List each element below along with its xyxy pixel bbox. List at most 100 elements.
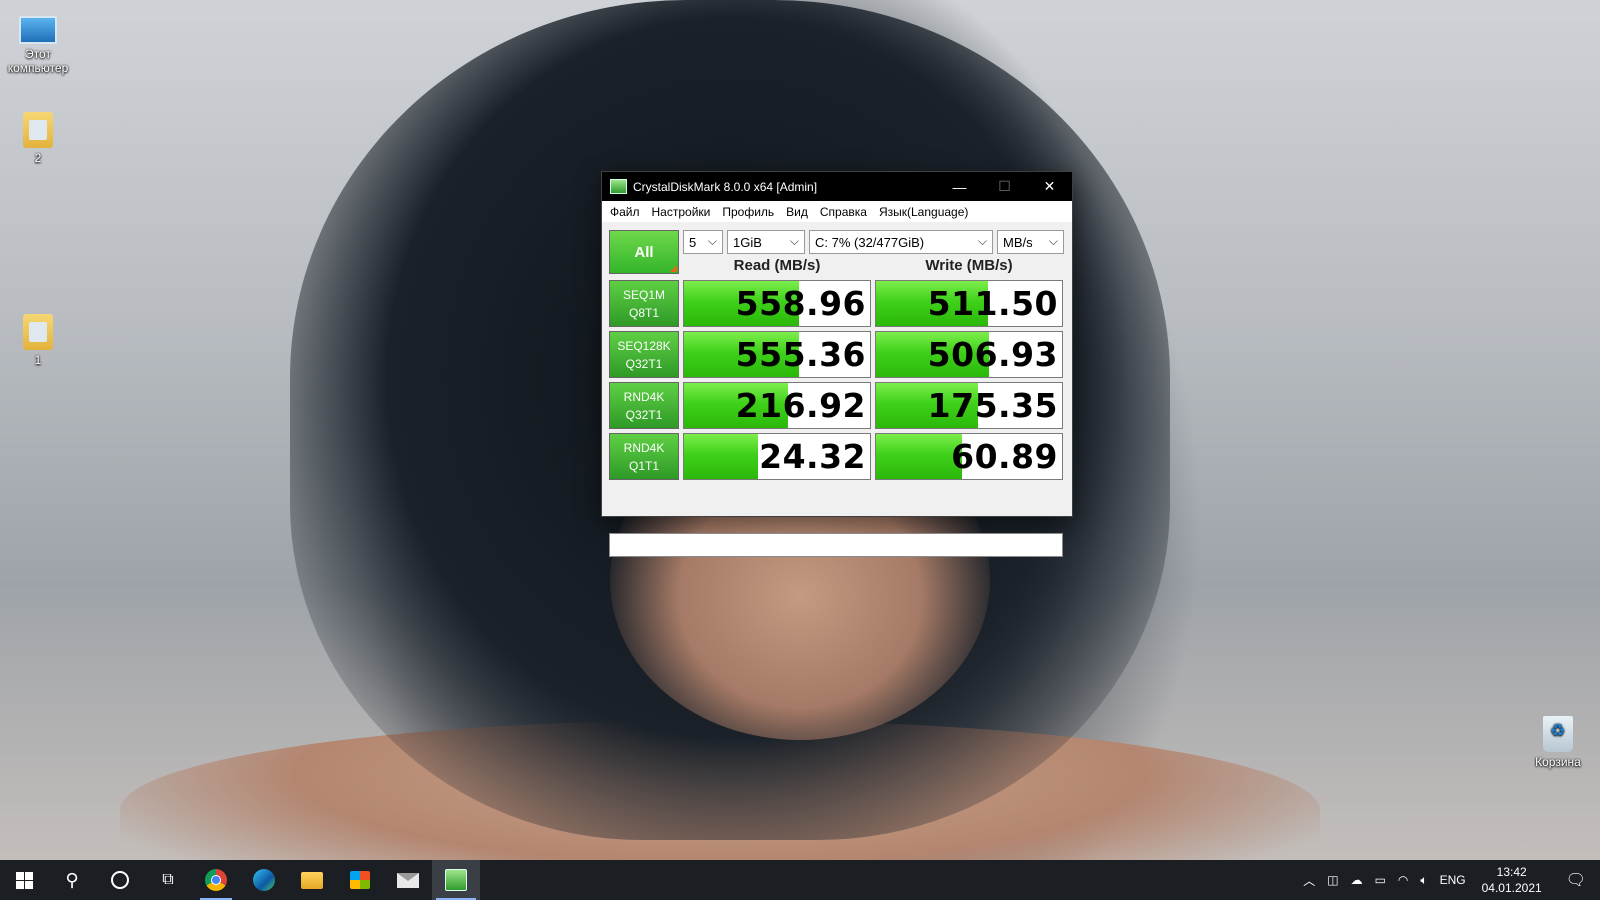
folder-icon xyxy=(23,112,53,148)
write-result-value: 60.89 xyxy=(951,437,1058,476)
benchmark-panel: All 5 ⌵ 1GiB ⌵ C: 7% (32/477GiB) ⌵ MB/s … xyxy=(602,222,1072,557)
comment-field[interactable] xyxy=(609,533,1063,557)
battery-icon[interactable]: ▭ xyxy=(1369,873,1392,887)
cortana-icon xyxy=(111,871,129,889)
test-button-rnd4k-q32t1[interactable]: RND4K Q32T1 xyxy=(609,382,679,429)
minimize-button[interactable]: — xyxy=(937,172,982,201)
edge-icon xyxy=(253,869,275,891)
test-params: Q32T1 xyxy=(625,356,663,371)
task-view-button[interactable]: ⧉ xyxy=(144,860,192,900)
test-count-value: 5 xyxy=(689,234,697,250)
write-header: Write (MB/s) xyxy=(925,257,1013,274)
menu-view[interactable]: Вид xyxy=(780,205,814,219)
test-params: Q32T1 xyxy=(625,407,663,422)
read-result-value: 558.96 xyxy=(735,284,866,323)
write-result-value: 506.93 xyxy=(927,335,1058,374)
meet-now-icon[interactable]: ◫ xyxy=(1321,873,1344,887)
menu-help[interactable]: Справка xyxy=(814,205,873,219)
search-icon: ⚲ xyxy=(65,869,79,890)
window-title: CrystalDiskMark 8.0.0 x64 [Admin] xyxy=(633,179,818,194)
chevron-down-icon: ⌵ xyxy=(977,234,987,248)
write-result-cell: 175.35 xyxy=(875,382,1063,429)
drive-select[interactable]: C: 7% (32/477GiB) ⌵ xyxy=(809,230,993,254)
start-button[interactable] xyxy=(0,860,48,900)
action-center-icon[interactable]: 🗨︎ xyxy=(1552,870,1600,890)
desktop-icon-folder-1[interactable]: 1 xyxy=(0,314,76,367)
desktop-icon-folder-2[interactable]: 2 xyxy=(0,112,76,165)
desktop-icon-recycle-bin[interactable]: Корзина xyxy=(1520,716,1596,769)
volume-icon[interactable]: 🔈︎ xyxy=(1414,873,1433,888)
crystaldiskmark-window: CrystalDiskMark 8.0.0 x64 [Admin] — ☐ ✕ … xyxy=(601,171,1073,557)
unit-select[interactable]: MB/s ⌵ xyxy=(997,230,1064,254)
taskbar: ⚲ ⧉ ︿ ◫ ☁ ▭ ◠ 🔈︎ ENG 13:42 04.01.2021 🗨︎ xyxy=(0,860,1600,900)
clock[interactable]: 13:42 04.01.2021 xyxy=(1472,864,1552,896)
taskbar-edge[interactable] xyxy=(240,860,288,900)
read-result-value: 555.36 xyxy=(735,335,866,374)
read-result-cell: 24.32 xyxy=(683,433,871,480)
maximize-button[interactable]: ☐ xyxy=(982,172,1027,201)
taskbar-crystaldiskmark[interactable] xyxy=(432,860,480,900)
recycle-bin-icon xyxy=(1543,716,1573,752)
read-header: Read (MB/s) xyxy=(733,257,821,274)
test-name: SEQ128K xyxy=(617,338,671,353)
test-size-select[interactable]: 1GiB ⌵ xyxy=(727,230,805,254)
desktop-icon-label: 2 xyxy=(34,151,42,165)
onedrive-icon[interactable]: ☁ xyxy=(1345,873,1369,887)
taskbar-mail[interactable] xyxy=(384,860,432,900)
write-result-cell: 511.50 xyxy=(875,280,1063,327)
all-button[interactable]: All xyxy=(609,230,679,274)
mail-icon xyxy=(397,872,419,888)
input-language[interactable]: ENG xyxy=(1434,873,1472,887)
cortana-button[interactable] xyxy=(96,860,144,900)
chevron-down-icon: ⌵ xyxy=(1048,234,1058,248)
taskbar-store[interactable] xyxy=(336,860,384,900)
menu-language[interactable]: Язык(Language) xyxy=(873,205,974,219)
wifi-icon[interactable]: ◠ xyxy=(1392,873,1414,887)
chevron-up-icon[interactable]: ︿ xyxy=(1297,872,1321,889)
read-result-value: 216.92 xyxy=(735,386,866,425)
store-icon xyxy=(350,871,370,889)
desktop-icon-label: Этот компьютер xyxy=(7,47,69,75)
menu-file[interactable]: Файл xyxy=(604,205,646,219)
search-button[interactable]: ⚲ xyxy=(48,860,96,900)
drive-value: C: 7% (32/477GiB) xyxy=(815,234,925,250)
clock-date: 04.01.2021 xyxy=(1481,881,1542,895)
desktop-icon-label: 1 xyxy=(34,353,42,367)
write-result-value: 511.50 xyxy=(927,284,1058,323)
write-progress-bar xyxy=(876,434,962,479)
test-button-seq1m-q8t1[interactable]: SEQ1M Q8T1 xyxy=(609,280,679,327)
system-tray: ︿ ◫ ☁ ▭ ◠ 🔈︎ ENG 13:42 04.01.2021 🗨︎ xyxy=(1297,860,1600,900)
chrome-icon xyxy=(205,869,227,891)
chevron-down-icon: ⌵ xyxy=(707,234,717,248)
read-result-cell: 216.92 xyxy=(683,382,871,429)
test-name: RND4K xyxy=(623,440,665,455)
close-button[interactable]: ✕ xyxy=(1027,172,1072,201)
clock-time: 13:42 xyxy=(1496,865,1527,879)
test-button-rnd4k-q1t1[interactable]: RND4K Q1T1 xyxy=(609,433,679,480)
windows-logo-icon xyxy=(15,871,33,889)
desktop-icon-label: Корзина xyxy=(1535,755,1581,769)
test-button-seq128k-q32t1[interactable]: SEQ128K Q32T1 xyxy=(609,331,679,378)
write-result-value: 175.35 xyxy=(927,386,1058,425)
file-explorer-icon xyxy=(301,871,323,889)
menu-bar: Файл Настройки Профиль Вид Справка Язык(… xyxy=(602,201,1072,222)
test-name: RND4K xyxy=(623,389,665,404)
read-result-cell: 558.96 xyxy=(683,280,871,327)
desktop-icon-this-pc[interactable]: Этот компьютер xyxy=(0,10,76,75)
unit-value: MB/s xyxy=(1003,234,1033,250)
chevron-down-icon: ⌵ xyxy=(789,234,799,248)
menu-profile[interactable]: Профиль xyxy=(716,205,780,219)
test-params: Q8T1 xyxy=(628,305,659,320)
test-size-value: 1GiB xyxy=(733,234,762,250)
taskbar-file-explorer[interactable] xyxy=(288,860,336,900)
task-view-icon: ⧉ xyxy=(162,871,174,888)
taskbar-chrome[interactable] xyxy=(192,860,240,900)
write-result-cell: 60.89 xyxy=(875,433,1063,480)
read-progress-bar xyxy=(684,434,759,479)
menu-settings[interactable]: Настройки xyxy=(646,205,717,219)
read-result-cell: 555.36 xyxy=(683,331,871,378)
test-params: Q1T1 xyxy=(628,458,659,473)
test-count-select[interactable]: 5 ⌵ xyxy=(683,230,723,254)
read-result-value: 24.32 xyxy=(759,437,866,476)
title-bar[interactable]: CrystalDiskMark 8.0.0 x64 [Admin] — ☐ ✕ xyxy=(602,172,1072,201)
